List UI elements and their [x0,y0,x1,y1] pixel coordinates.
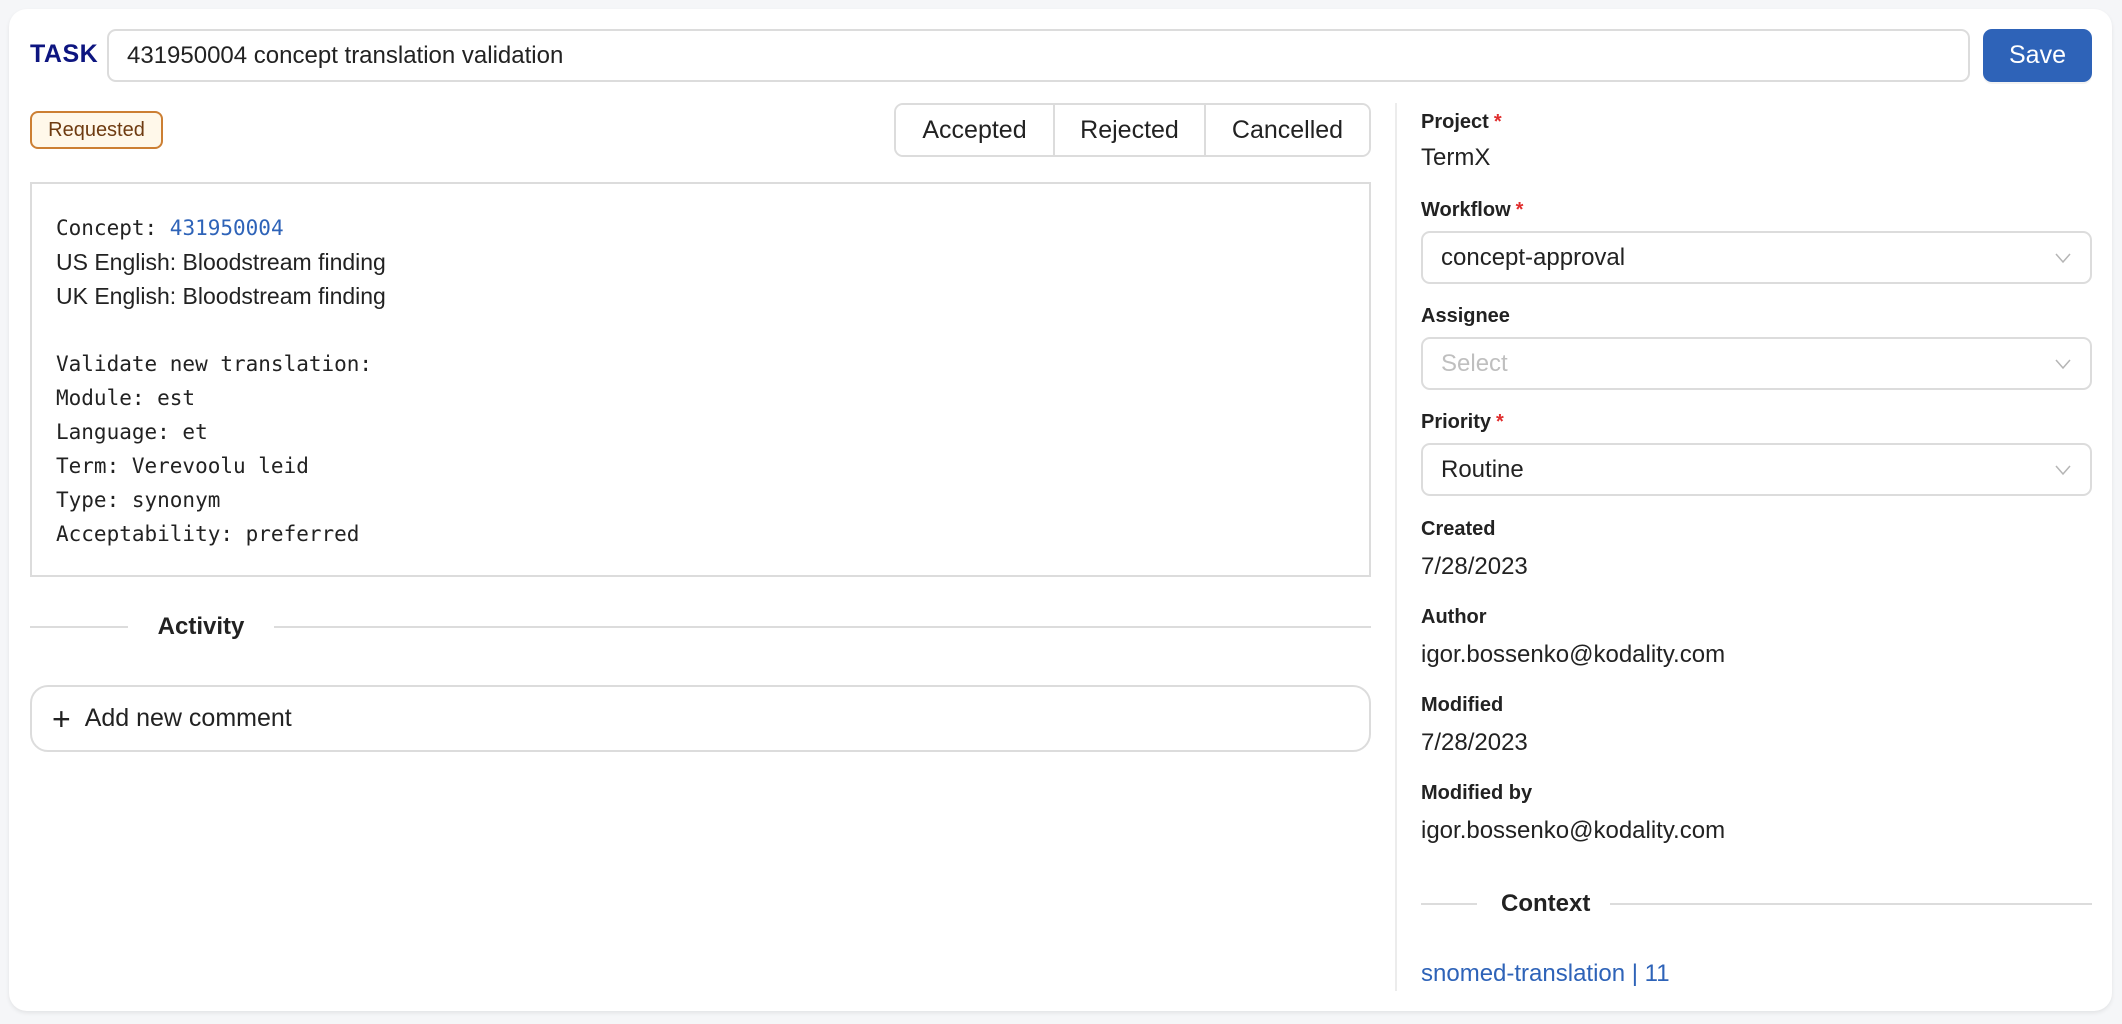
modified-by-value: igor.bossenko@kodality.com [1421,817,1726,844]
plus-icon: + [52,700,71,737]
workflow-field: Workflow * concept-approval [1421,199,2092,284]
assignee-select[interactable]: Select [1421,337,2092,390]
priority-value: Routine [1441,455,1524,483]
priority-label: Priority [1421,411,1492,433]
modified-label: Modified [1421,694,1504,716]
us-english-line: US English: Bloodstream finding [56,249,386,275]
author-value: igor.bossenko@kodality.com [1421,641,1726,668]
status-badge: Requested [30,111,163,149]
concept-label: Concept: [56,216,170,240]
modified-value: 7/28/2023 [1421,729,1528,756]
created-label: Created [1421,518,1496,540]
details-line: Validate new translation: [56,352,373,376]
created-value: 7/28/2023 [1421,553,1528,580]
required-marker: * [1496,411,1504,433]
divider-line [30,626,128,628]
divider-line [1610,903,2092,905]
divider-line [1421,903,1477,905]
chevron-down-icon [2055,359,2071,369]
priority-select[interactable]: Routine [1421,443,2092,496]
add-comment-label: Add new comment [84,704,292,732]
column-divider [1395,103,1397,991]
rejected-button[interactable]: Rejected [1055,105,1206,155]
workflow-label: Workflow [1421,199,1511,221]
add-comment-button[interactable]: + Add new comment [30,685,1371,752]
modified-by-label: Modified by [1421,782,1533,804]
divider-line [274,626,1371,628]
modified-field: Modified 7/28/2023 [1421,694,2092,757]
details-line: Module: est [56,386,196,410]
uk-english-line: UK English: Bloodstream finding [56,283,386,309]
author-label: Author [1421,606,1487,628]
workflow-value: concept-approval [1441,243,1626,271]
assignee-label: Assignee [1421,305,1510,327]
chevron-down-icon [2055,465,2071,475]
project-field: Project * TermX [1421,111,2092,172]
required-marker: * [1493,111,1502,133]
priority-field: Priority * Routine [1421,411,2092,496]
task-title-input[interactable] [107,29,1970,82]
workflow-select[interactable]: concept-approval [1421,231,2092,284]
project-value: TermX [1421,144,1491,171]
task-content: Concept: 431950004 US English: Bloodstre… [30,182,1371,577]
context-link[interactable]: snomed-translation | 11 [1421,960,1670,988]
status-action-group: Accepted Rejected Cancelled [894,103,1371,157]
concept-link[interactable]: 431950004 [170,216,284,240]
details-line: Type: synonym [56,488,221,512]
activity-title: Activity [157,613,245,640]
context-divider: Context [1421,890,2092,918]
modified-by-field: Modified by igor.bossenko@kodality.com [1421,782,2092,845]
concept-line: Concept: 431950004 [56,210,1345,245]
assignee-field: Assignee Select [1421,305,2092,390]
activity-divider: Activity [30,613,1371,641]
details-line: Acceptability: preferred [56,522,360,546]
assignee-placeholder: Select [1441,349,1508,377]
created-field: Created 7/28/2023 [1421,518,2092,581]
required-marker: * [1515,199,1524,221]
save-button[interactable]: Save [1983,29,2092,82]
cancelled-button[interactable]: Cancelled [1206,105,1369,155]
task-label: TASK [30,40,99,68]
details-line: Language: et [56,420,208,444]
context-title: Context [1501,890,1591,917]
accepted-button[interactable]: Accepted [896,105,1055,155]
details-line: Term: Verevoolu leid [56,454,309,478]
project-label: Project [1421,111,1489,133]
author-field: Author igor.bossenko@kodality.com [1421,606,2092,669]
chevron-down-icon [2055,253,2071,263]
